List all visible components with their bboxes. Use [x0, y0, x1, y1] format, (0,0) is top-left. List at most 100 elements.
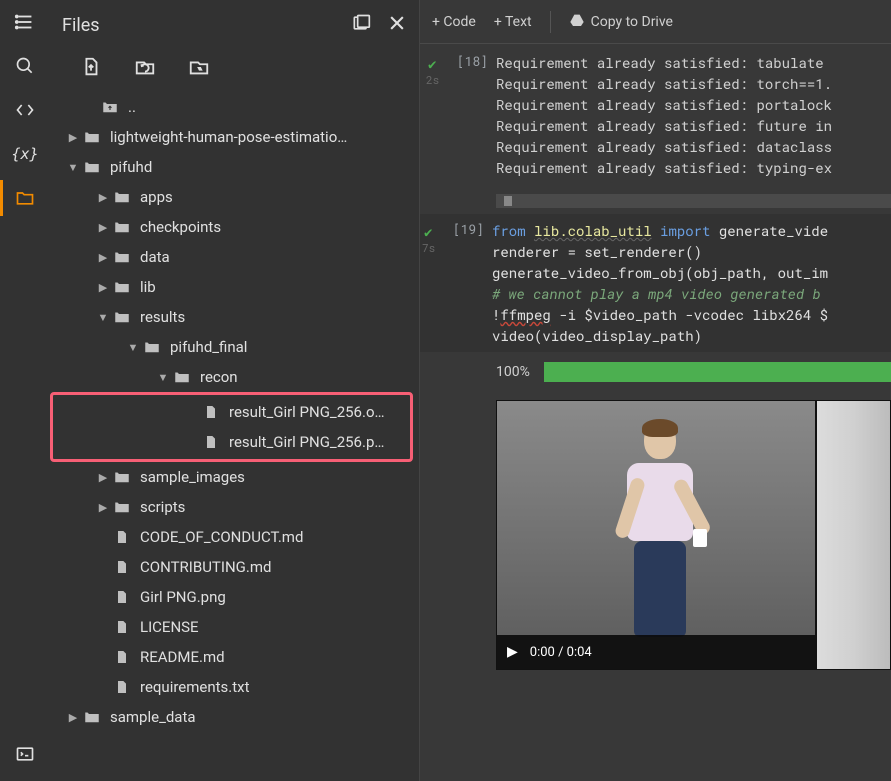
exec-time: 2s [426, 72, 439, 87]
folder-icon [112, 187, 132, 207]
copy-to-drive-button[interactable]: Copy to Drive [569, 12, 673, 32]
tree-item-file[interactable]: requirements.txt [50, 672, 419, 702]
exec-time: 7s [422, 240, 435, 255]
chevron-right-icon[interactable]: ▶ [94, 251, 112, 264]
file-icon [112, 587, 132, 607]
drive-icon [569, 12, 585, 32]
file-icon [112, 677, 132, 697]
video-frame [497, 401, 815, 669]
file-tree: .. ▶ lightweight-human-pose-estimatio… ▼… [50, 88, 419, 781]
folder-icon [82, 127, 102, 147]
progress-label: 100% [496, 364, 530, 380]
files-header: Files [50, 0, 419, 50]
folder-icon [112, 307, 132, 327]
tree-item-file[interactable]: CODE_OF_CONDUCT.md [50, 522, 419, 552]
refresh-icon[interactable] [134, 56, 156, 78]
tree-item-folder[interactable]: ▶ checkpoints [50, 212, 419, 242]
left-rail: {x} [0, 0, 50, 781]
folder-icon [112, 277, 132, 297]
tree-item-folder[interactable]: ▼ recon [50, 362, 419, 392]
folder-icon [112, 247, 132, 267]
chevron-down-icon[interactable]: ▼ [94, 311, 112, 324]
tree-item-folder[interactable]: ▶ data [50, 242, 419, 272]
search-icon[interactable] [13, 54, 37, 78]
tree-item-file[interactable]: Girl PNG.png [50, 582, 419, 612]
add-text-button[interactable]: + Text [494, 14, 532, 30]
folder-icon [112, 217, 132, 237]
tree-item-up[interactable]: .. [50, 92, 419, 122]
file-icon [201, 432, 221, 452]
divider [550, 11, 551, 33]
highlighted-results: result_Girl PNG_256.o… result_Girl PNG_2… [50, 392, 413, 462]
variables-icon[interactable]: {x} [13, 142, 37, 166]
tree-item-file[interactable]: README.md [50, 642, 419, 672]
new-window-icon[interactable] [351, 13, 371, 37]
tree-item-file[interactable]: CONTRIBUTING.md [50, 552, 419, 582]
tree-item-folder[interactable]: ▶ apps [50, 182, 419, 212]
toc-icon[interactable] [13, 10, 37, 34]
tree-item-folder[interactable]: ▼ pifuhd [50, 152, 419, 182]
code-cell-19[interactable]: ✔ 7s [19] from lib.colab_util import gen… [420, 214, 891, 352]
chevron-right-icon[interactable]: ▶ [64, 131, 82, 144]
cell-prompt: [19] [453, 220, 484, 238]
files-toolbar [50, 50, 419, 88]
upload-icon[interactable] [80, 56, 102, 78]
cell-output: Requirement already satisfied: tabulate … [496, 52, 891, 178]
folder-icon [112, 467, 132, 487]
tree-item-file[interactable]: result_Girl PNG_256.o… [53, 397, 410, 427]
tree-item-folder[interactable]: ▶ lightweight-human-pose-estimatio… [50, 122, 419, 152]
video-controls[interactable]: ▶ 0:00 / 0:04 [497, 635, 815, 669]
output-video-row: ▶ 0:00 / 0:04 [496, 400, 891, 680]
file-icon [112, 527, 132, 547]
file-icon [112, 647, 132, 667]
folder-icon [82, 707, 102, 727]
chevron-right-icon[interactable]: ▶ [64, 711, 82, 724]
code-editor[interactable]: from lib.colab_util import generate_vide… [492, 220, 891, 346]
file-icon [112, 557, 132, 577]
close-icon[interactable] [387, 13, 407, 37]
folder-icon [172, 367, 192, 387]
tree-item-folder[interactable]: ▶ lib [50, 272, 419, 302]
tree-item-folder[interactable]: ▶ sample_data [50, 702, 419, 732]
tree-item-folder[interactable]: ▼ results [50, 302, 419, 332]
check-icon: ✔ [424, 222, 432, 241]
tree-item-file[interactable]: result_Girl PNG_256.p… [53, 427, 410, 457]
chevron-right-icon[interactable]: ▶ [94, 471, 112, 484]
chevron-right-icon[interactable]: ▶ [94, 281, 112, 294]
files-icon[interactable] [13, 186, 37, 210]
tree-item-file[interactable]: LICENSE [50, 612, 419, 642]
chevron-down-icon[interactable]: ▼ [154, 371, 172, 384]
add-code-button[interactable]: + Code [432, 14, 476, 30]
tree-item-folder[interactable]: ▼ pifuhd_final [50, 332, 419, 362]
tree-item-folder[interactable]: ▶ sample_images [50, 462, 419, 492]
chevron-right-icon[interactable]: ▶ [94, 221, 112, 234]
cell-prompt: [18] [457, 52, 488, 70]
files-title: Files [62, 15, 351, 36]
folder-up-icon [100, 97, 120, 117]
code-snippets-icon[interactable] [13, 98, 37, 122]
notebook-toolbar: + Code + Text Copy to Drive [420, 0, 891, 44]
files-panel: Files .. ▶ [50, 0, 420, 781]
render-preview [816, 400, 891, 670]
file-icon [112, 617, 132, 637]
notebook-area: + Code + Text Copy to Drive ✔ 2s [18] Re… [420, 0, 891, 781]
check-icon: ✔ [428, 54, 436, 73]
code-cell-18[interactable]: ✔ 2s [18] Requirement already satisfied:… [420, 44, 891, 186]
horizontal-scrollbar[interactable] [496, 194, 891, 208]
video-player[interactable]: ▶ 0:00 / 0:04 [496, 400, 816, 670]
chevron-right-icon[interactable]: ▶ [94, 191, 112, 204]
video-time: 0:00 / 0:04 [530, 645, 592, 660]
mount-drive-icon[interactable] [188, 56, 210, 78]
play-icon[interactable]: ▶ [507, 644, 518, 660]
progress-row: 100% [496, 362, 891, 382]
chevron-down-icon[interactable]: ▼ [124, 341, 142, 354]
folder-icon [82, 157, 102, 177]
terminal-icon[interactable] [13, 742, 37, 766]
folder-icon [142, 337, 162, 357]
progress-bar [544, 362, 891, 382]
chevron-down-icon[interactable]: ▼ [64, 161, 82, 174]
tree-item-folder[interactable]: ▶ scripts [50, 492, 419, 522]
chevron-right-icon[interactable]: ▶ [94, 501, 112, 514]
file-icon [201, 402, 221, 422]
folder-icon [112, 497, 132, 517]
